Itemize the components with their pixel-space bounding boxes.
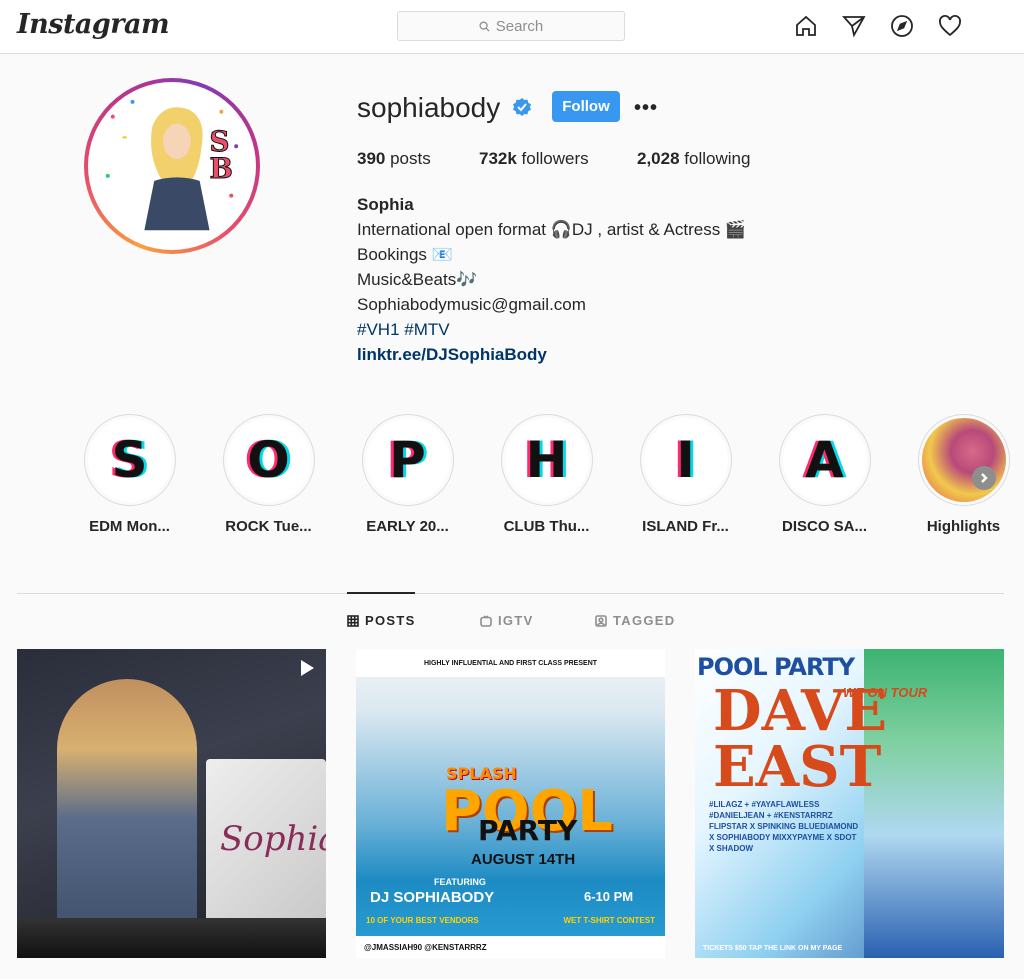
highlight-cover: A bbox=[782, 418, 867, 502]
bio-line: Music&Beats🎶 bbox=[357, 270, 478, 289]
highlight-label: ROCK Tue... bbox=[225, 518, 312, 535]
profile-full-name: Sophia bbox=[357, 195, 414, 214]
bio-email: Sophiabodymusic@gmail.com bbox=[357, 295, 586, 314]
highlight-label: EDM Mon... bbox=[89, 518, 170, 535]
verified-badge-icon bbox=[513, 98, 531, 116]
highlight-label: CLUB Thu... bbox=[503, 518, 590, 535]
explore-compass-icon[interactable] bbox=[889, 13, 915, 39]
bio-external-link[interactable]: linktr.ee/DJSophiaBody bbox=[357, 342, 746, 367]
top-navigation: Instagram Search bbox=[0, 0, 1024, 54]
highlight-label: DISCO SA... bbox=[781, 518, 867, 535]
avatar: S B bbox=[93, 87, 251, 245]
highlight-cover: I bbox=[643, 418, 728, 502]
search-icon bbox=[479, 20, 490, 32]
tabs-divider bbox=[17, 593, 1004, 594]
tab-igtv[interactable]: IGTV bbox=[480, 613, 595, 628]
svg-text:B: B bbox=[210, 152, 233, 185]
post-flyer-header: HIGHLY INFLUENTIAL AND FIRST CLASS PRESE… bbox=[356, 649, 665, 677]
highlight-label: Highlights bbox=[926, 518, 1001, 535]
highlights-next-icon[interactable] bbox=[972, 466, 996, 490]
post-flyer-text: AUGUST 14TH bbox=[471, 851, 576, 868]
highlight-cover: O bbox=[226, 418, 311, 502]
post-flyer-text: 6-10 PM bbox=[584, 889, 634, 904]
profile-username: sophiabody bbox=[357, 92, 501, 123]
post-thumbnail[interactable]: POOL PARTY DAVE EAST WE ON TOUR #LILAGZ … bbox=[695, 649, 1004, 958]
post-flyer-text: POOL PARTY bbox=[697, 653, 855, 681]
tab-posts[interactable]: POSTS bbox=[347, 613, 480, 628]
profile-stats: 390 posts 732k followers 2,028 following bbox=[357, 149, 792, 169]
post-flyer-bar: 10 OF YOUR BEST VENDORS WET T-SHIRT CONTE… bbox=[366, 915, 655, 925]
highlight-cover: P bbox=[365, 418, 450, 502]
post-photo-subject bbox=[57, 679, 197, 958]
post-flyer-footer: @JMASSIAH90 @KENSTARRRZ bbox=[356, 936, 665, 958]
search-placeholder: Search bbox=[495, 17, 544, 35]
highlight-item[interactable]: H CLUB Thu... bbox=[477, 414, 616, 535]
highlight-item[interactable]: Highlights bbox=[894, 414, 1024, 535]
post-flyer-text: WE ON TOUR bbox=[843, 685, 928, 700]
video-play-icon bbox=[301, 660, 314, 676]
post-photo-sign: Sophia bbox=[206, 759, 326, 929]
followers-count[interactable]: 732k followers bbox=[479, 149, 637, 169]
highlight-item[interactable]: A DISCO SA... bbox=[755, 414, 894, 535]
profile-bio: Sophia International open format 🎧DJ , a… bbox=[357, 192, 746, 367]
post-flyer-text: DJ SOPHIABODY bbox=[370, 889, 495, 906]
highlight-cover: S bbox=[87, 418, 172, 502]
post-flyer-text: FEATURING bbox=[434, 877, 486, 887]
post-flyer-text: #LILAGZ + #YAYAFLAWLESS #DANIELJEAN + #K… bbox=[709, 800, 859, 853]
instagram-logo[interactable]: Instagram bbox=[17, 9, 170, 40]
direct-messages-icon[interactable] bbox=[841, 13, 867, 39]
tagged-icon bbox=[595, 614, 607, 627]
highlight-item[interactable]: I ISLAND Fr... bbox=[616, 414, 755, 535]
tab-tagged[interactable]: TAGGED bbox=[595, 613, 675, 628]
igtv-icon bbox=[480, 614, 492, 627]
grid-icon bbox=[347, 614, 359, 627]
following-count[interactable]: 2,028 following bbox=[637, 149, 750, 169]
post-photo-deck bbox=[17, 918, 326, 958]
active-tab-indicator bbox=[347, 592, 415, 594]
highlight-item[interactable]: S EDM Mon... bbox=[60, 414, 199, 535]
follow-button[interactable]: Follow bbox=[552, 91, 620, 122]
posts-count: 390 posts bbox=[357, 149, 431, 168]
profile-tabs: POSTS IGTV TAGGED bbox=[347, 613, 675, 628]
story-highlights: S EDM Mon... O ROCK Tue... P EARLY 20...… bbox=[60, 414, 1024, 535]
home-icon[interactable] bbox=[793, 13, 819, 39]
highlight-cover-photo bbox=[921, 418, 1006, 502]
activity-heart-icon[interactable] bbox=[937, 13, 963, 39]
bio-line: Bookings 📧 bbox=[357, 245, 453, 264]
post-thumbnail[interactable]: Sophia bbox=[17, 649, 326, 958]
more-options-icon[interactable]: ••• bbox=[634, 97, 658, 120]
highlight-item[interactable]: P EARLY 20... bbox=[338, 414, 477, 535]
post-thumbnail[interactable]: HIGHLY INFLUENTIAL AND FIRST CLASS PRESE… bbox=[356, 649, 665, 958]
bio-hashtags[interactable]: #VH1 #MTV bbox=[357, 317, 746, 342]
post-flyer-text: PARTY bbox=[478, 814, 578, 847]
highlight-item[interactable]: O ROCK Tue... bbox=[199, 414, 338, 535]
search-input[interactable]: Search bbox=[397, 11, 625, 41]
profile-avatar-ring[interactable]: S B bbox=[84, 78, 260, 254]
highlight-cover: H bbox=[504, 418, 589, 502]
bio-line: International open format 🎧DJ , artist &… bbox=[357, 220, 747, 239]
highlight-label: EARLY 20... bbox=[366, 518, 449, 535]
highlight-label: ISLAND Fr... bbox=[642, 518, 729, 535]
post-flyer-text: TICKETS $50 TAP THE LINK ON MY PAGE bbox=[703, 945, 843, 952]
